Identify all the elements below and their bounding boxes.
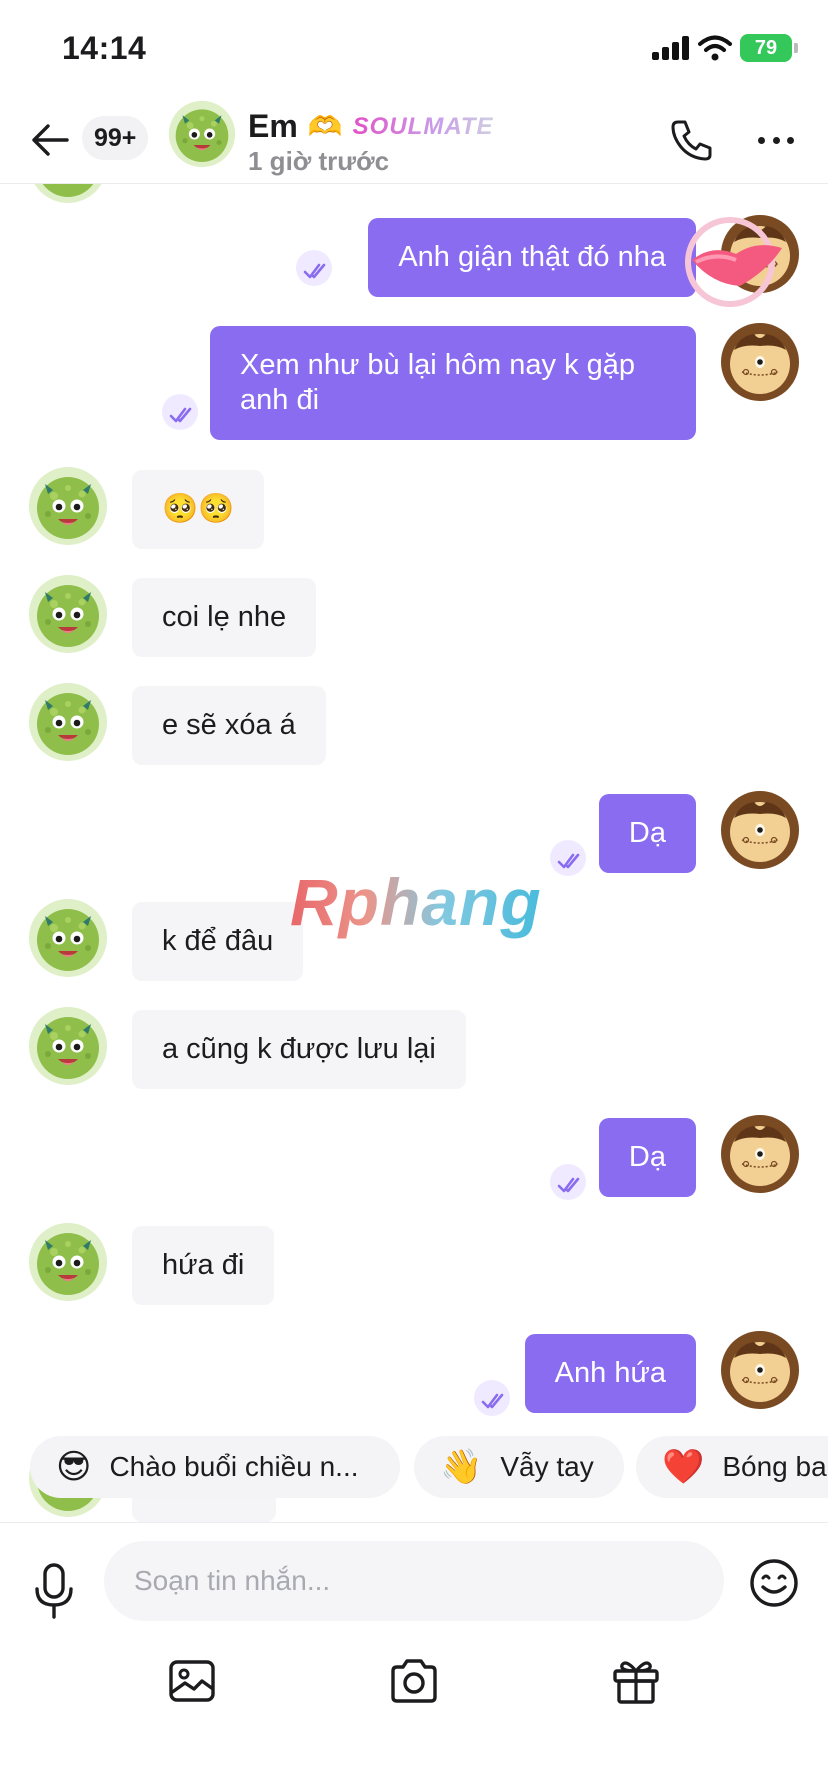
message-list[interactable]: Anh giận thật đó nha Xem như bù lại hôm … xyxy=(0,184,828,1524)
waving-hand-icon: 👋 xyxy=(440,1448,483,1486)
message-bubble[interactable]: e sẽ xóa á xyxy=(132,686,326,765)
image-icon xyxy=(169,1660,215,1702)
more-dots-icon xyxy=(758,136,765,144)
contact-name: Em xyxy=(248,108,298,144)
double-check-icon xyxy=(550,1164,586,1200)
message-input[interactable] xyxy=(104,1541,724,1621)
quick-reply-chip[interactable]: ❤️ Bóng ba xyxy=(636,1436,828,1498)
heart-hands-icon: 🫶 xyxy=(307,111,343,142)
call-button[interactable] xyxy=(668,116,716,164)
contact-avatar[interactable] xyxy=(28,682,108,762)
gift-button[interactable] xyxy=(610,1655,662,1707)
quick-reply-label: Bóng ba xyxy=(722,1451,827,1482)
contact-avatar[interactable] xyxy=(28,1006,108,1086)
camera-button[interactable] xyxy=(388,1655,440,1707)
voice-message-button[interactable] xyxy=(30,1561,78,1621)
message-bubble[interactable]: 🥺🥺 xyxy=(132,470,265,549)
my-avatar[interactable] xyxy=(720,790,800,870)
contact-avatar[interactable] xyxy=(28,1222,108,1302)
quick-reply-chip[interactable]: 👋 Vẫy tay xyxy=(414,1436,624,1498)
phone-icon xyxy=(671,120,712,161)
composer xyxy=(0,1522,828,1792)
double-check-icon xyxy=(550,840,586,876)
chat-header: 99+ Em 🫶 SOULMATE 1 giờ trước xyxy=(0,96,828,184)
message-bubble[interactable]: a cũng k được lưu lại xyxy=(132,1010,466,1089)
contact-avatar[interactable] xyxy=(168,100,236,168)
battery-indicator: 79 xyxy=(740,34,798,62)
my-avatar[interactable] xyxy=(720,1330,800,1410)
message-bubble[interactable]: hứa đi xyxy=(132,1226,275,1305)
status-bar: 14:14 79 xyxy=(0,0,828,100)
watermark-logo: Rphang xyxy=(290,865,542,939)
message-bubble[interactable]: Anh giận thật đó nha xyxy=(368,218,696,297)
my-avatar[interactable] xyxy=(720,322,800,402)
contact-avatar[interactable] xyxy=(28,898,108,978)
message-bubble[interactable]: coi lẹ nhe xyxy=(132,578,317,657)
quick-reply-label: Vẫy tay xyxy=(500,1451,594,1482)
quick-reply-chip[interactable]: 😎 Chào buổi chiều n... xyxy=(30,1436,400,1498)
camera-icon xyxy=(391,1659,437,1703)
double-check-icon xyxy=(162,394,198,430)
gift-icon xyxy=(613,1661,659,1704)
more-options-button[interactable] xyxy=(752,116,800,164)
message-bubble[interactable]: k để đâu xyxy=(132,902,304,981)
wifi-icon xyxy=(698,35,732,61)
battery-level: 79 xyxy=(754,36,778,59)
quick-reply-label: Chào buổi chiều n... xyxy=(109,1451,359,1482)
soulmate-badge: SOULMATE xyxy=(352,112,494,140)
double-check-icon xyxy=(474,1380,510,1416)
arrow-left-icon xyxy=(32,124,69,156)
contact-avatar[interactable] xyxy=(28,574,108,654)
signal-icon xyxy=(652,36,692,60)
message-bubble[interactable]: Xem như bù lại hôm nay k gặp anh đi xyxy=(210,326,696,440)
smiley-icon xyxy=(750,1559,798,1607)
quick-reply-bar: 😎 Chào buổi chiều n... 👋 Vẫy tay ❤️ Bóng… xyxy=(0,1436,828,1502)
message-bubble[interactable]: Dạ xyxy=(598,794,696,873)
contact-name-row[interactable]: Em 🫶 SOULMATE xyxy=(248,108,494,145)
message-bubble[interactable]: Dạ xyxy=(598,1118,696,1197)
my-avatar[interactable] xyxy=(720,1114,800,1194)
emoji-button[interactable] xyxy=(748,1557,800,1609)
heart-reaction-icon xyxy=(685,217,782,307)
contact-avatar-partial xyxy=(29,184,107,203)
unread-count-badge[interactable]: 99+ xyxy=(82,116,149,160)
send-image-button[interactable] xyxy=(166,1655,218,1707)
double-check-icon xyxy=(296,250,332,286)
red-heart-icon: ❤️ xyxy=(662,1448,705,1486)
contact-avatar[interactable] xyxy=(28,466,108,546)
back-button[interactable] xyxy=(28,118,72,162)
microphone-icon xyxy=(35,1563,73,1619)
status-time: 14:14 xyxy=(62,30,147,66)
last-seen-status: 1 giờ trước xyxy=(248,146,390,176)
message-bubble[interactable]: Anh hứa xyxy=(524,1334,696,1413)
cool-sun-icon: 😎 xyxy=(56,1448,92,1486)
